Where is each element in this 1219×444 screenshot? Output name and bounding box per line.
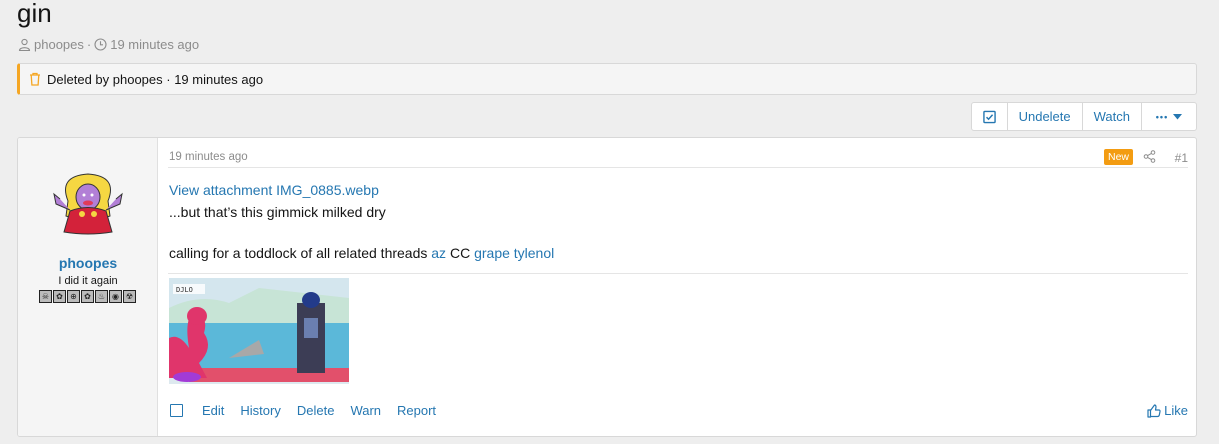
deleted-notice-text: Deleted by phoopes · 19 minutes ago (47, 71, 264, 87)
user-badge: ♨ (95, 290, 108, 303)
thread-title: gin (17, 0, 52, 28)
like-label: Like (1164, 403, 1188, 418)
post-text-line: calling for a toddlock of all related th… (169, 245, 554, 261)
checkbox-checked-icon (982, 110, 996, 123)
post-username[interactable]: phoopes (18, 255, 158, 271)
edit-button[interactable]: Edit (202, 403, 224, 418)
thread-toolbar: Undelete Watch ••• (970, 102, 1197, 131)
delete-button[interactable]: Delete (297, 403, 335, 418)
user-badge: ⊕ (67, 290, 80, 303)
post-text-mid: CC (449, 245, 471, 261)
attachment-link-text[interactable]: View attachment IMG_0885.webp (169, 182, 379, 198)
user-mention[interactable]: grape tylenol (474, 245, 554, 261)
user-icon (18, 38, 31, 51)
user-badge: ◉ (109, 290, 122, 303)
deleted-notice: Deleted by phoopes · 19 minutes ago (17, 63, 1197, 95)
like-button[interactable]: Like (1147, 403, 1188, 418)
post-text-line: ...but that’s this gimmick milked dry (169, 204, 386, 220)
clock-icon (94, 38, 107, 51)
user-badge: ✿ (53, 290, 66, 303)
user-mention[interactable]: az (431, 245, 446, 261)
user-badge: ☢ (123, 290, 136, 303)
select-post-checkbox[interactable] (170, 404, 183, 417)
more-dots: ••• (1155, 111, 1169, 122)
avatar[interactable] (48, 166, 128, 236)
user-badge: ✿ (81, 290, 94, 303)
user-badges: ☠ ✿ ⊕ ✿ ♨ ◉ ☢ (39, 290, 137, 303)
warn-button[interactable]: Warn (350, 403, 381, 418)
divider (168, 273, 1188, 274)
undelete-button[interactable]: Undelete (1008, 103, 1083, 130)
thumbs-up-icon (1147, 403, 1161, 418)
select-checkbox-button[interactable] (972, 103, 1008, 130)
new-badge: New (1103, 149, 1133, 165)
user-badge: ☠ (39, 290, 52, 303)
image-tag: DJLO (176, 286, 193, 294)
post-number[interactable]: #1 (1175, 151, 1188, 165)
report-button[interactable]: Report (397, 403, 436, 418)
more-options-button[interactable]: ••• (1142, 103, 1196, 130)
post-header: 19 minutes ago New #1 (168, 149, 1188, 168)
post-text-prefix: calling for a toddlock of all related th… (169, 245, 428, 261)
post-time[interactable]: 19 minutes ago (169, 151, 248, 163)
share-icon[interactable] (1143, 150, 1156, 163)
attachment-image[interactable]: DJLO (169, 278, 349, 384)
post-user-cell: phoopes I did it again ☠ ✿ ⊕ ✿ ♨ ◉ ☢ (18, 138, 158, 436)
attachment-link[interactable]: View attachment IMG_0885.webp (169, 182, 379, 198)
thread-time[interactable]: 19 minutes ago (110, 37, 199, 52)
post-content: 19 minutes ago New #1 View attachment IM… (168, 138, 1188, 436)
user-title: I did it again (58, 275, 118, 287)
post-actions: Edit History Delete Warn Report (170, 403, 452, 418)
history-button[interactable]: History (240, 403, 280, 418)
caret-down-icon (1173, 113, 1183, 119)
thread-meta: phoopes · 19 minutes ago (18, 37, 199, 52)
thread-author[interactable]: phoopes (34, 37, 84, 52)
watch-button[interactable]: Watch (1083, 103, 1142, 130)
meta-separator: · (86, 37, 92, 52)
post-message: phoopes I did it again ☠ ✿ ⊕ ✿ ♨ ◉ ☢ 19 … (17, 137, 1197, 437)
trash-icon (30, 72, 40, 86)
